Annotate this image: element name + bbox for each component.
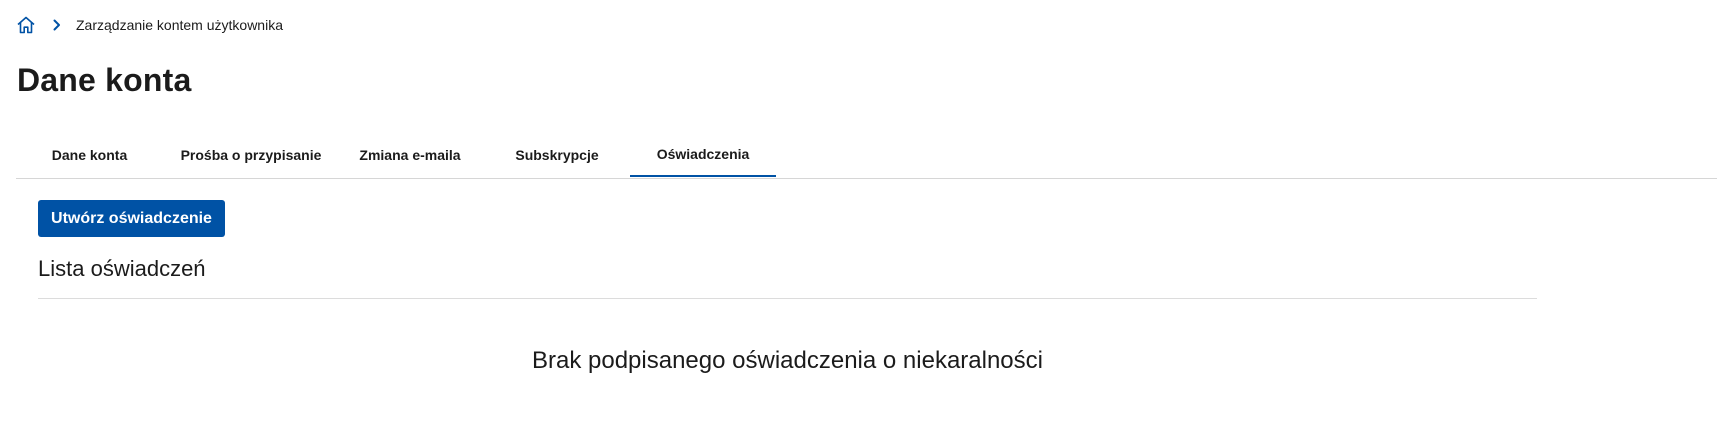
divider <box>38 298 1537 299</box>
tab-zmiana-e-maila[interactable]: Zmiana e-maila <box>339 132 481 177</box>
tab-dane-konta[interactable]: Dane konta <box>16 132 163 177</box>
breadcrumb: Zarządzanie kontem użytkownika <box>16 14 283 36</box>
list-title: Lista oświadczeń <box>38 256 206 281</box>
page-title: Dane konta <box>17 62 192 98</box>
tab-subskrypcje[interactable]: Subskrypcje <box>487 132 627 177</box>
empty-state-message: Brak podpisanego oświadczenia o niekaral… <box>532 347 1043 374</box>
tab-bar: Dane konta Prośba o przypisanie Zmiana e… <box>16 132 1717 179</box>
chevron-right-icon <box>50 18 64 32</box>
breadcrumb-current: Zarządzanie kontem użytkownika <box>76 17 283 33</box>
tab-prosba-o-przypisanie[interactable]: Prośba o przypisanie <box>169 132 333 177</box>
tab-oswiadczenia[interactable]: Oświadczenia <box>630 132 776 177</box>
home-icon[interactable] <box>16 15 36 35</box>
create-statement-button[interactable]: Utwórz oświadczenie <box>38 200 225 237</box>
